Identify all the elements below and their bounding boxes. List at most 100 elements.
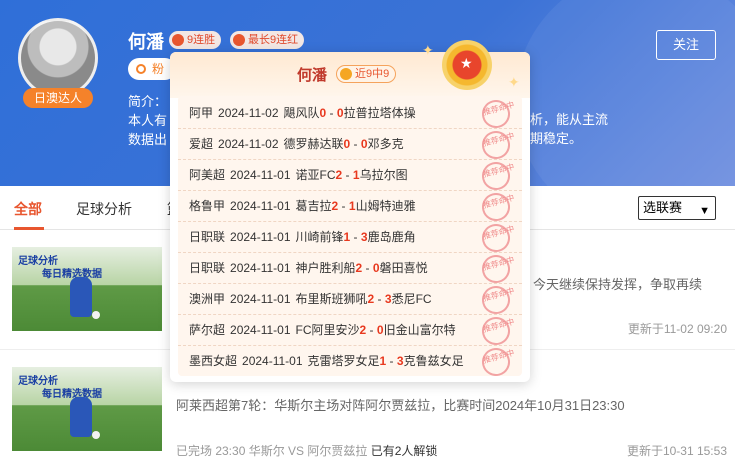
article-title[interactable]: 阿莱西超第7轮：华斯尔主场对阵阿尔贾兹拉，比赛时间2024年10月31日23:3…: [176, 395, 625, 414]
away-score: 3: [360, 230, 368, 244]
article-snippet: 今天继续保持发挥，争取再续: [533, 277, 703, 292]
away-team: 克鲁兹女足: [403, 354, 464, 368]
article-meta: 已完场 23:30 华斯尔 VS 阿尔贾兹拉 已有2人解锁: [176, 442, 437, 459]
score-separator: -: [350, 230, 361, 244]
match-row[interactable]: 格鲁甲 2024-11-01 葛吉拉2 - 1山姆特迪雅 推荐命中: [178, 189, 522, 225]
home-team: FC阿里安沙: [295, 323, 360, 337]
match-row[interactable]: 澳洲甲 2024-11-01 布里斯班狮吼2 - 3悉尼FC 推荐命中: [178, 282, 522, 318]
avatar-badge: 日澳达人: [23, 88, 93, 108]
tab-all[interactable]: 全部: [14, 199, 42, 219]
match-league: 澳洲甲: [189, 292, 226, 306]
thumb-subtitle: 每日精选数据: [42, 389, 102, 400]
match-row[interactable]: 阿甲 2024-11-02 飓风队0 - 0拉普拉塔体操 推荐命中: [178, 96, 522, 132]
sparkle-icon: ✦: [422, 42, 434, 58]
hit-rate-label: 近9中9: [355, 68, 390, 80]
chevron-down-icon: ▼: [699, 205, 710, 217]
avatar[interactable]: [18, 18, 98, 98]
match-league: 格鲁甲: [189, 199, 226, 213]
away-team: 拉普拉塔体操: [343, 106, 416, 120]
follow-button[interactable]: 关注: [656, 30, 716, 60]
player-figure: [70, 397, 92, 437]
hit-stamp-icon: 推荐命中: [478, 158, 515, 194]
match-league: 墨西女超: [189, 354, 238, 368]
sparkle-icon: ✦: [508, 74, 520, 90]
hit-stamp-icon: 推荐命中: [478, 96, 515, 132]
unlock-count: 已有2人解锁: [370, 444, 438, 458]
league-select[interactable]: 选联赛 ▼: [638, 196, 716, 220]
match-date: 2024-11-01: [230, 323, 291, 337]
active-tab-underline: [14, 227, 44, 230]
hit-stamp-icon: 推荐命中: [478, 313, 515, 349]
match-date: 2024-11-01: [230, 261, 291, 275]
away-team: 旧金山富尔特: [383, 323, 456, 337]
match-row[interactable]: 萨尔超 2024-11-01 FC阿里安沙2 - 0旧金山富尔特 推荐命中: [178, 313, 522, 349]
away-score: 0: [336, 106, 344, 120]
streak-icon: [172, 34, 184, 46]
score-separator: -: [386, 354, 397, 368]
match-league: 爱超: [189, 137, 214, 151]
fire-icon: [233, 34, 245, 46]
match-row[interactable]: 墨西女超 2024-11-01 克雷塔罗女足1 - 3克鲁兹女足 推荐命中: [178, 344, 522, 380]
popup-title: 何潘: [297, 67, 328, 84]
longest-streak-tag: 最长9连红: [230, 31, 305, 49]
match-league: 日职联: [189, 261, 226, 275]
score-separator: -: [342, 168, 353, 182]
away-score: 3: [396, 354, 404, 368]
fans-label: 粉丝: [152, 62, 165, 76]
article-thumbnail[interactable]: 足球分析 每日精选数据: [12, 367, 162, 451]
away-score: 0: [376, 323, 384, 337]
article-thumbnail[interactable]: 足球分析 每日精选数据: [12, 247, 162, 331]
match-row[interactable]: 阿美超 2024-11-01 诺亚FC2 - 1乌拉尔图 推荐命中: [178, 158, 522, 194]
match-row[interactable]: 日职联 2024-11-01 川崎前锋1 - 3鹿岛鹿角 推荐命中: [178, 220, 522, 256]
home-team: 布里斯班狮吼: [295, 292, 368, 306]
tab-football-analysis[interactable]: 足球分析: [76, 199, 132, 219]
away-score: 0: [360, 137, 368, 151]
match-date: 2024-11-01: [230, 199, 291, 213]
away-score: 0: [372, 261, 380, 275]
match-row[interactable]: 日职联 2024-11-01 神户胜利船2 - 0磐田喜悦 推荐命中: [178, 251, 522, 287]
score-separator: -: [350, 137, 361, 151]
ball-icon: [92, 311, 100, 319]
medal-small-icon: [340, 68, 352, 80]
home-team: 诺亚FC: [295, 168, 336, 182]
match-date: 2024-11-01: [230, 230, 291, 244]
fans-icon: [136, 64, 146, 74]
match-league: 日职联: [189, 230, 226, 244]
home-team: 川崎前锋: [295, 230, 344, 244]
away-team: 磐田喜悦: [379, 261, 428, 275]
article-updated: 更新于11-02 09:20: [627, 322, 727, 336]
hit-stamp-icon: 推荐命中: [478, 344, 515, 380]
away-team: 鹿岛鹿角: [367, 230, 416, 244]
player-figure: [70, 277, 92, 317]
away-team: 山姆特迪雅: [355, 199, 416, 213]
hit-rate-badge: 近9中9: [336, 65, 397, 83]
match-league: 阿甲: [189, 106, 214, 120]
fans-button[interactable]: 粉丝: [128, 58, 176, 80]
home-team: 神户胜利船: [295, 261, 356, 275]
record-popup: ✦ ✦ 何潘 近9中9 ★ 阿甲 2024-11-02 飓风队0 - 0拉普拉塔体操…: [170, 40, 530, 382]
thumb-subtitle: 每日精选数据: [42, 269, 102, 280]
match-row[interactable]: 爱超 2024-11-02 德罗赫达联0 - 0邓多克 推荐命中: [178, 127, 522, 163]
match-date: 2024-11-01: [242, 354, 303, 368]
article-updated: 更新于10-31 15:53: [626, 444, 727, 458]
intro-tail-line: 析，能从主流: [530, 112, 609, 127]
home-team: 葛吉拉: [295, 199, 332, 213]
profile-name: 何潘: [128, 32, 164, 52]
hit-stamp-icon: 推荐命中: [478, 220, 515, 256]
home-team: 德罗赫达联: [283, 137, 344, 151]
score-separator: -: [338, 199, 349, 213]
hit-stamp-icon: 推荐命中: [478, 189, 515, 225]
away-score: 3: [384, 292, 392, 306]
away-score: 1: [352, 168, 360, 182]
match-league: 阿美超: [189, 168, 226, 182]
match-info: 已完场 23:30 华斯尔 VS 阿尔贾兹拉: [176, 444, 368, 458]
match-date: 2024-11-01: [230, 168, 291, 182]
score-separator: -: [366, 323, 377, 337]
home-team: 克雷塔罗女足: [307, 354, 380, 368]
match-league: 萨尔超: [189, 323, 226, 337]
hit-stamp-icon: 推荐命中: [478, 127, 515, 163]
home-team: 飓风队: [283, 106, 320, 120]
score-separator: -: [374, 292, 385, 306]
hit-stamp-icon: 推荐命中: [478, 282, 515, 318]
longest-streak-label: 最长9连红: [248, 34, 299, 46]
